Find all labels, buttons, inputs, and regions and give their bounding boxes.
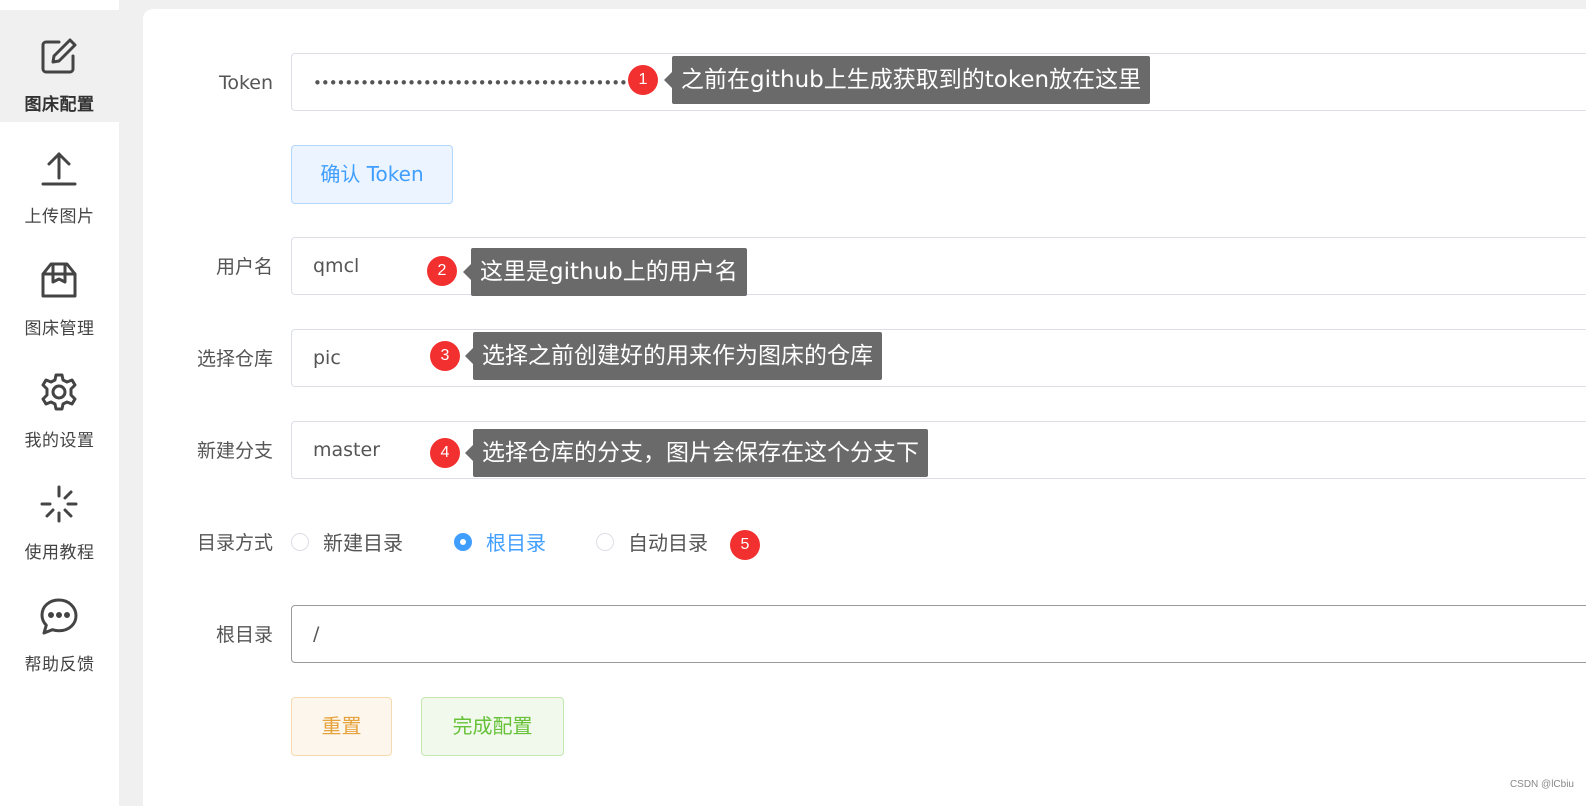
- box-icon: [39, 260, 79, 300]
- sidebar-item-label: 上传图片: [24, 207, 95, 227]
- config-form-panel: Token ••••••••••••••••••••••••••••••••••…: [143, 9, 1586, 806]
- gear-icon: [39, 372, 79, 412]
- token-value: ••••••••••••••••••••••••••••••••••••••••: [313, 74, 628, 92]
- finish-config-button[interactable]: 完成配置: [421, 697, 564, 756]
- repo-label: 选择仓库: [196, 348, 273, 370]
- sidebar-item-label: 图床配置: [24, 95, 95, 115]
- token-label: Token: [218, 72, 273, 94]
- root-dir-label: 根目录: [215, 624, 273, 646]
- annotation-tooltip-1: 之前在github上生成获取到的token放在这里: [663, 56, 1151, 104]
- chat-icon: [39, 596, 79, 636]
- sidebar-item-upload[interactable]: 上传图片: [0, 122, 119, 234]
- radio-new-dir[interactable]: 新建目录: [291, 513, 421, 573]
- radio-root-dir[interactable]: 根目录: [454, 513, 564, 573]
- sidebar-item-help[interactable]: 帮助反馈: [0, 570, 119, 682]
- upload-icon: [39, 148, 79, 188]
- sidebar-item-tutorial[interactable]: 使用教程: [0, 458, 119, 570]
- reset-button[interactable]: 重置: [291, 697, 392, 756]
- username-row: 用户名 qmcl: [143, 237, 1586, 297]
- annotation-tooltip-4: 选择仓库的分支，图片会保存在这个分支下: [465, 429, 928, 477]
- annotation-badge-4: 4: [430, 438, 460, 468]
- annotation-badge-2: 2: [427, 256, 457, 286]
- confirm-token-button[interactable]: 确认 Token: [291, 145, 453, 204]
- radio-label: 新建目录: [323, 531, 403, 555]
- sidebar-item-settings[interactable]: 我的设置: [0, 346, 119, 458]
- branch-label: 新建分支: [196, 440, 273, 462]
- annotation-badge-3: 3: [430, 341, 460, 371]
- sidebar-item-label: 我的设置: [24, 431, 95, 451]
- sidebar-item-label: 帮助反馈: [24, 655, 95, 675]
- username-label: 用户名: [215, 256, 273, 278]
- sidebar-item-manage[interactable]: 图床管理: [0, 234, 119, 346]
- annotation-tooltip-3: 选择之前创建好的用来作为图床的仓库: [465, 332, 882, 380]
- radio-circle: [291, 533, 309, 551]
- root-dir-row: 根目录 /: [143, 605, 1586, 665]
- edit-icon: [39, 36, 79, 76]
- dir-mode-row: 目录方式 新建目录 根目录 自动目录: [143, 513, 1586, 573]
- radio-circle: [454, 533, 472, 551]
- radio-label: 根目录: [486, 531, 546, 555]
- loading-icon: [39, 484, 79, 524]
- dir-mode-label: 目录方式: [196, 532, 273, 554]
- sidebar: 图床配置 上传图片 图床管理 我的设置 使用教程 帮助反馈: [0, 0, 119, 806]
- sidebar-item-label: 图床管理: [24, 319, 95, 339]
- annotation-tooltip-2: 这里是github上的用户名: [463, 248, 747, 296]
- radio-label: 自动目录: [628, 531, 708, 555]
- sidebar-item-image-host-config[interactable]: 图床配置: [0, 10, 119, 122]
- radio-circle: [596, 533, 614, 551]
- watermark: CSDN @lCbiu: [1509, 779, 1574, 790]
- sidebar-item-label: 使用教程: [24, 543, 95, 563]
- root-dir-input[interactable]: /: [291, 605, 1586, 663]
- annotation-badge-1: 1: [628, 65, 658, 95]
- annotation-badge-5: 5: [730, 530, 760, 560]
- radio-auto-dir[interactable]: 自动目录: [596, 513, 726, 573]
